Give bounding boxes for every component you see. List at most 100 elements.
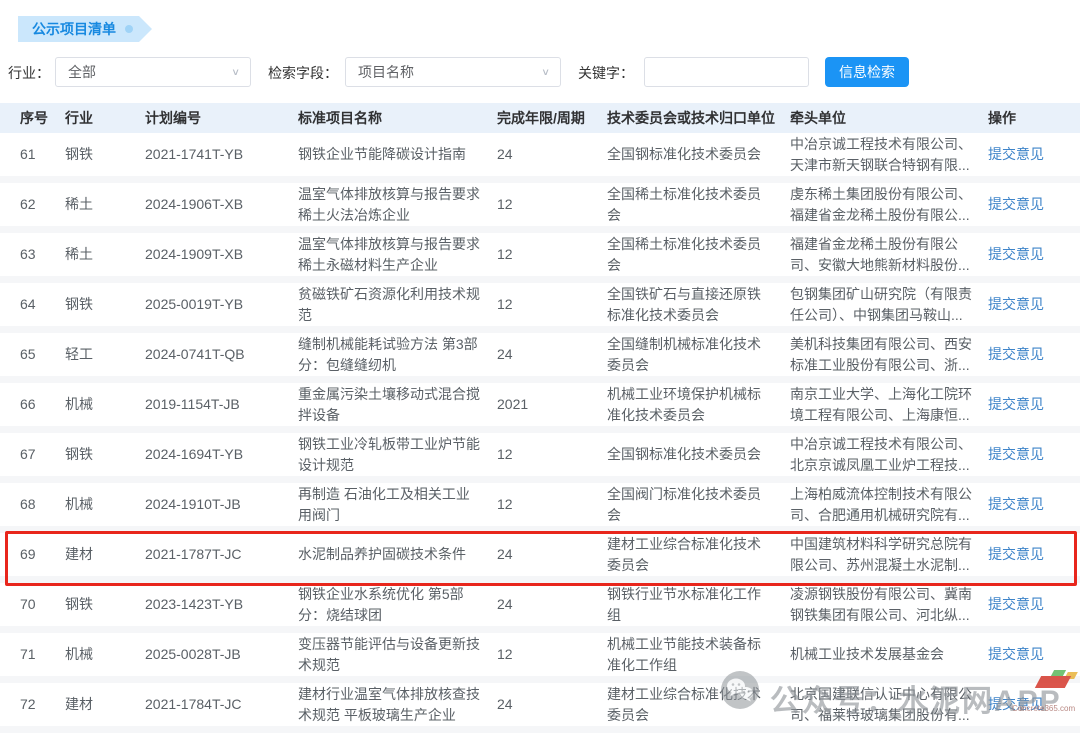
col-header-lead: 牵头单位	[790, 108, 988, 128]
submit-opinion-link[interactable]: 提交意见	[988, 646, 1044, 662]
row-separator	[0, 526, 1080, 533]
row-separator	[0, 676, 1080, 683]
cell-no: 65	[20, 344, 65, 364]
table-row: 63 稀土 2024-1909T-XB 温室气体排放核算与报告要求 稀土永磁材料…	[0, 233, 1080, 283]
keyword-input[interactable]	[644, 57, 809, 87]
cell-period: 12	[497, 244, 607, 264]
cell-name: 贫磁铁矿石资源化利用技术规范	[298, 284, 497, 325]
industry-select[interactable]: 全部 ∨	[55, 57, 251, 87]
submit-opinion-link[interactable]: 提交意见	[988, 196, 1044, 212]
table-row: 70 钢铁 2023-1423T-YB 钢铁企业水系统优化 第5部分：烧结球团 …	[0, 583, 1080, 633]
chevron-down-icon: ∨	[231, 66, 240, 77]
cell-name: 温室气体排放核算与报告要求 稀土火法冶炼企业	[298, 184, 497, 225]
cell-period: 24	[497, 594, 607, 614]
cell-period: 24	[497, 344, 607, 364]
cell-committee: 钢铁行业节水标准化工作组	[607, 584, 790, 625]
row-separator	[0, 576, 1080, 583]
cell-lead: 中冶京诚工程技术有限公司、天津市新天钢联合特钢有限...	[790, 134, 988, 175]
keyword-label: 关键字：	[578, 63, 634, 83]
cell-lead: 凌源钢铁股份有限公司、冀南钢铁集团有限公司、河北纵...	[790, 584, 988, 625]
filter-bar: 行业： 全部 ∨ 检索字段： 项目名称 ∨ 关键字： 信息检索	[0, 57, 1080, 87]
row-separator	[0, 226, 1080, 233]
cell-committee: 全国钢标准化技术委员会	[607, 444, 790, 464]
cell-industry: 钢铁	[65, 594, 145, 614]
tab-public-project-list[interactable]: 公示项目清单	[18, 16, 139, 42]
cell-lead: 美机科技集团有限公司、西安标准工业股份有限公司、浙...	[790, 334, 988, 375]
cell-committee: 建材工业综合标准化技术委员会	[607, 534, 790, 575]
submit-opinion-link[interactable]: 提交意见	[988, 146, 1044, 162]
submit-opinion-link[interactable]: 提交意见	[988, 396, 1044, 412]
tab-label: 公示项目清单	[32, 16, 116, 42]
cell-period: 24	[497, 544, 607, 564]
cell-no: 71	[20, 644, 65, 664]
cell-plan-no: 2023-1423T-YB	[145, 594, 298, 614]
cell-industry: 建材	[65, 694, 145, 714]
table-header: 序号 行业 计划编号 标准项目名称 完成年限/周期 技术委员会或技术归口单位 牵…	[0, 103, 1080, 133]
row-separator	[0, 476, 1080, 483]
submit-opinion-link[interactable]: 提交意见	[988, 246, 1044, 262]
submit-opinion-link[interactable]: 提交意见	[988, 346, 1044, 362]
cell-industry: 稀土	[65, 244, 145, 264]
cell-no: 72	[20, 694, 65, 714]
cell-industry: 机械	[65, 394, 145, 414]
cell-name: 再制造 石油化工及相关工业用阀门	[298, 484, 497, 525]
cell-plan-no: 2021-1741T-YB	[145, 144, 298, 164]
cell-plan-no: 2024-1909T-XB	[145, 244, 298, 264]
submit-opinion-link[interactable]: 提交意见	[988, 596, 1044, 612]
table-row: 62 稀土 2024-1906T-XB 温室气体排放核算与报告要求 稀土火法冶炼…	[0, 183, 1080, 233]
cell-lead: 包钢集团矿山研究院（有限责任公司）、中钢集团马鞍山...	[790, 284, 988, 325]
submit-opinion-link[interactable]: 提交意见	[988, 696, 1044, 712]
submit-opinion-link[interactable]: 提交意见	[988, 546, 1044, 562]
row-separator	[0, 626, 1080, 633]
cell-committee: 全国稀土标准化技术委员会	[607, 184, 790, 225]
cell-no: 62	[20, 194, 65, 214]
cell-name: 重金属污染土壤移动式混合搅拌设备	[298, 384, 497, 425]
cell-plan-no: 2024-1910T-JB	[145, 494, 298, 514]
col-header-action: 操作	[988, 108, 1080, 128]
search-field-select-value: 项目名称	[358, 62, 541, 82]
industry-label: 行业：	[8, 63, 50, 83]
col-header-plan-no: 计划编号	[145, 108, 298, 128]
cell-period: 12	[497, 294, 607, 314]
cell-plan-no: 2024-1694T-YB	[145, 444, 298, 464]
cell-name: 钢铁企业水系统优化 第5部分：烧结球团	[298, 584, 497, 625]
cell-committee: 全国铁矿石与直接还原铁标准化技术委员会	[607, 284, 790, 325]
cell-no: 67	[20, 444, 65, 464]
table-body: 61 钢铁 2021-1741T-YB 钢铁企业节能降碳设计指南 24 全国钢标…	[0, 133, 1080, 733]
search-field-select[interactable]: 项目名称 ∨	[345, 57, 561, 87]
cell-lead: 虔东稀土集团股份有限公司、福建省金龙稀土股份有限公...	[790, 184, 988, 225]
search-button[interactable]: 信息检索	[825, 57, 909, 87]
cell-no: 66	[20, 394, 65, 414]
cell-lead: 中冶京诚工程技术有限公司、北京京诚凤凰工业炉工程技...	[790, 434, 988, 475]
row-separator	[0, 276, 1080, 283]
cell-period: 12	[497, 494, 607, 514]
cell-industry: 钢铁	[65, 444, 145, 464]
cell-industry: 稀土	[65, 194, 145, 214]
cell-committee: 全国稀土标准化技术委员会	[607, 234, 790, 275]
cell-plan-no: 2021-1787T-JC	[145, 544, 298, 564]
cell-lead: 机械工业技术发展基金会	[790, 644, 988, 664]
submit-opinion-link[interactable]: 提交意见	[988, 296, 1044, 312]
submit-opinion-link[interactable]: 提交意见	[988, 496, 1044, 512]
cell-industry: 机械	[65, 494, 145, 514]
cell-industry: 机械	[65, 644, 145, 664]
cell-no: 68	[20, 494, 65, 514]
cell-committee: 机械工业环境保护机械标准化技术委员会	[607, 384, 790, 425]
submit-opinion-link[interactable]: 提交意见	[988, 446, 1044, 462]
cell-period: 12	[497, 194, 607, 214]
cell-industry: 钢铁	[65, 144, 145, 164]
cell-name: 钢铁企业节能降碳设计指南	[298, 144, 497, 164]
cell-no: 61	[20, 144, 65, 164]
cell-plan-no: 2025-0019T-YB	[145, 294, 298, 314]
cell-industry: 轻工	[65, 344, 145, 364]
industry-select-value: 全部	[68, 62, 231, 82]
cell-plan-no: 2024-0741T-QB	[145, 344, 298, 364]
cell-period: 24	[497, 144, 607, 164]
row-separator	[0, 726, 1080, 733]
cell-committee: 全国钢标准化技术委员会	[607, 144, 790, 164]
cell-lead: 南京工业大学、上海化工院环境工程有限公司、上海康恒...	[790, 384, 988, 425]
table-row: 72 建材 2021-1784T-JC 建材行业温室气体排放核查技术规范 平板玻…	[0, 683, 1080, 733]
cell-lead: 福建省金龙稀土股份有限公司、安徽大地熊新材料股份...	[790, 234, 988, 275]
cell-committee: 全国缝制机械标准化技术委员会	[607, 334, 790, 375]
table-row: 65 轻工 2024-0741T-QB 缝制机械能耗试验方法 第3部分：包缝缝纫…	[0, 333, 1080, 383]
